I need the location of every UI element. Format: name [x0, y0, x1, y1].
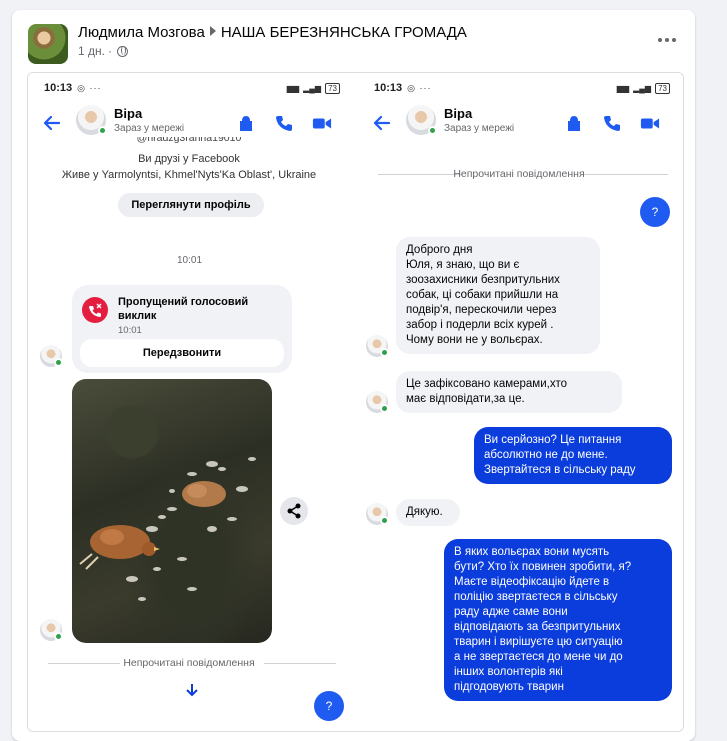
back-arrow-icon[interactable]: [42, 113, 62, 133]
post-author-line: Людмила Мозгова НАША БЕРЕЗНЯНСЬКА ГРОМАДА: [78, 24, 467, 41]
contact-name[interactable]: Віра: [444, 106, 472, 121]
phone-call-icon[interactable]: [602, 113, 622, 133]
video-call-icon[interactable]: [640, 113, 660, 133]
wifi-icon: ▆▆: [286, 83, 300, 93]
dot-icon: [658, 38, 662, 42]
author-name[interactable]: Людмила Мозгова: [78, 24, 205, 41]
status-time: 10:13: [374, 82, 403, 94]
online-indicator: [380, 348, 389, 357]
missed-call-card: Пропущений голосовий виклик 10:01 Передз…: [72, 285, 292, 373]
status-right-icons: ▆▆ ▂▄▆ 73: [616, 82, 670, 94]
dot-icon: [665, 38, 669, 42]
message-bubble-out[interactable]: Ви серйозно? Це питання абсолютно не до …: [474, 427, 672, 484]
post-meta: 1 дн. ·: [78, 44, 128, 58]
contact-avatar[interactable]: [406, 105, 437, 135]
status-icons: ◎ ···: [407, 82, 432, 93]
status-bar: 10:13 ◎ ··· ▆▆ ▂▄▆ 73: [44, 81, 340, 95]
phone-call-icon[interactable]: [274, 113, 294, 133]
online-indicator: [54, 632, 63, 641]
wifi-icon: ▆▆: [616, 83, 630, 93]
question-bubble[interactable]: ?: [314, 691, 344, 721]
arrow-down-icon[interactable]: [185, 683, 199, 697]
location-text: Живе у Yarmolyntsi, Khmel'Nyts'Ka Oblast…: [61, 169, 317, 181]
shield-icon[interactable]: [564, 113, 584, 133]
shield-icon[interactable]: [236, 113, 256, 133]
author-avatar[interactable]: [28, 24, 68, 64]
online-indicator: [428, 126, 437, 135]
contact-avatar[interactable]: [76, 105, 107, 135]
post-photo[interactable]: 10:13 ◎ ··· ▆▆ ▂▄▆ 73 Віра Зараз у мереж…: [27, 72, 684, 732]
missed-call-time: 10:01: [118, 325, 142, 336]
more-options-button[interactable]: [655, 30, 679, 50]
chat-header: Віра Зараз у мережі: [358, 101, 680, 147]
meta-separator: ·: [107, 44, 112, 58]
signal-icon: ▂▄▆: [633, 83, 652, 93]
online-indicator: [380, 516, 389, 525]
contact-avatar[interactable]: [40, 345, 63, 367]
time-label: 10:01: [177, 255, 203, 266]
back-arrow-icon[interactable]: [372, 113, 392, 133]
online-indicator: [380, 404, 389, 413]
message-bubble-out[interactable]: В яких вольєрах вони мусять бути? Хто їх…: [444, 539, 672, 701]
contact-avatar[interactable]: [366, 503, 389, 525]
missed-call-title: Пропущений голосовий виклик: [118, 296, 249, 322]
left-chat-screenshot: 10:13 ◎ ··· ▆▆ ▂▄▆ 73 Віра Зараз у мереж…: [28, 73, 350, 731]
post-time[interactable]: 1 дн.: [78, 44, 105, 58]
status-icons: ◎ ···: [77, 82, 102, 93]
message-bubble-in[interactable]: Це зафіксовано камерами,хто має відповід…: [396, 371, 622, 413]
status-time: 10:13: [44, 82, 73, 94]
share-icon: [287, 503, 301, 519]
online-indicator: [98, 126, 107, 135]
divider: [584, 174, 668, 175]
contact-presence: Зараз у мережі: [444, 123, 515, 134]
callback-button[interactable]: Передзвонити: [80, 339, 284, 367]
signal-icon: ▂▄▆: [303, 83, 322, 93]
friends-text: Ви друзі у Facebook: [138, 153, 240, 165]
profile-handle: @hradzg3ranna19010: [136, 137, 242, 144]
battery-icon: 73: [655, 82, 670, 94]
status-right-icons: ▆▆ ▂▄▆ 73: [286, 82, 340, 94]
share-button[interactable]: [280, 497, 308, 525]
status-bar: 10:13 ◎ ··· ▆▆ ▂▄▆ 73: [374, 81, 670, 95]
triangle-right-icon: [209, 26, 216, 36]
message-bubble-in[interactable]: Доброго дня Юля, я знаю, що ви є зоозахи…: [396, 237, 600, 354]
view-profile-button[interactable]: Переглянути профіль: [118, 193, 264, 217]
online-indicator: [54, 358, 63, 367]
group-name[interactable]: НАША БЕРЕЗНЯНСЬКА ГРОМАДА: [221, 24, 467, 41]
globe-icon: [116, 45, 128, 57]
video-call-icon[interactable]: [312, 113, 332, 133]
battery-icon: 73: [325, 82, 340, 94]
missed-call-icon: [82, 297, 108, 323]
message-bubble-in[interactable]: Дякую.: [396, 499, 460, 526]
dot-icon: [672, 38, 676, 42]
chicken-photo-drawing: [79, 457, 256, 601]
contact-presence: Зараз у мережі: [114, 123, 185, 134]
message-bubble-out[interactable]: ?: [640, 197, 670, 227]
contact-avatar[interactable]: [366, 391, 389, 413]
contact-avatar[interactable]: [40, 619, 63, 641]
contact-name[interactable]: Віра: [114, 106, 142, 121]
right-chat-screenshot: 10:13 ◎ ··· ▆▆ ▂▄▆ 73 Віра Зараз у мереж…: [358, 73, 680, 731]
chicken-photo[interactable]: [72, 379, 272, 643]
post-header: Людмила Мозгова НАША БЕРЕЗНЯНСЬКА ГРОМАДА…: [12, 10, 695, 68]
contact-avatar[interactable]: [366, 335, 389, 357]
facebook-post-card: Людмила Мозгова НАША БЕРЕЗНЯНСЬКА ГРОМАДА…: [12, 10, 695, 741]
divider: [264, 663, 336, 664]
